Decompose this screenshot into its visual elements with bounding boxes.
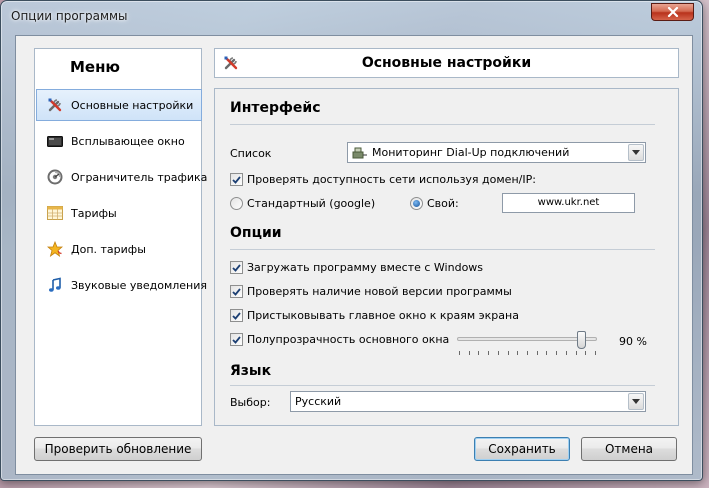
- star-icon: [47, 241, 63, 257]
- menu-title: Меню: [69, 58, 121, 76]
- language-section-title: Язык: [230, 363, 272, 379]
- slider-tick: [507, 351, 509, 355]
- list-combobox-text: Мониторинг Dial-Up подключений: [372, 146, 570, 159]
- slider-tick: [517, 351, 519, 355]
- sidebar-item-label: Основные настройки: [71, 98, 194, 112]
- list-combobox-value: Мониторинг Dial-Up подключений: [348, 146, 628, 160]
- interface-section-title: Интерфейс: [230, 100, 321, 116]
- slider-tick: [478, 351, 480, 355]
- transparency-slider[interactable]: [455, 331, 600, 359]
- list-label: Список: [230, 147, 272, 160]
- list-dropdown-button[interactable]: [628, 144, 644, 161]
- sidebar-item-label: Тарифы: [71, 206, 117, 220]
- checkmark-icon: [232, 263, 241, 272]
- sidebar-item-label: Ограничитель трафика: [71, 170, 208, 184]
- radio-circle: [230, 197, 243, 210]
- option-dock-window-checkbox[interactable]: Пристыковывать главное окно к краям экра…: [230, 309, 519, 322]
- section-divider: [230, 249, 655, 250]
- transparency-value: 90 %: [619, 335, 647, 348]
- option-transparency-checkbox[interactable]: Полупрозрачность основного окна: [230, 333, 449, 346]
- sidebar-item-tariffs[interactable]: Тарифы: [36, 197, 202, 229]
- radio-custom[interactable]: Свой:: [410, 197, 459, 210]
- tools-icon: [47, 97, 63, 113]
- settings-content: Интерфейс Список Мониторинг Dial-Up подк…: [214, 88, 679, 426]
- page-title: Основные настройки: [361, 55, 532, 71]
- slider-tick: [585, 351, 587, 355]
- option-check-updates-checkbox[interactable]: Проверять наличие новой версии программы: [230, 285, 512, 298]
- options-window: Опции программы Меню Основные настройки …: [0, 0, 703, 481]
- close-icon: [667, 7, 678, 17]
- check-network-checkbox[interactable]: Проверять доступность сети используя дом…: [230, 173, 536, 186]
- slider-tick: [556, 351, 558, 355]
- cancel-button[interactable]: Отмена: [581, 437, 677, 461]
- radio-standard-label: Стандартный (google): [247, 197, 376, 210]
- radio-circle: [410, 197, 423, 210]
- option-label: Пристыковывать главное окно к краям экра…: [247, 309, 519, 322]
- check-network-label: Проверять доступность сети используя дом…: [247, 173, 536, 186]
- menu-list: Основные настройки Всплывающее окно Огра…: [36, 89, 207, 305]
- slider-tick: [536, 351, 538, 355]
- checkbox-box: [230, 261, 243, 274]
- checkmark-icon: [232, 175, 241, 184]
- chevron-down-icon: [632, 399, 640, 404]
- slider-tick: [459, 351, 460, 355]
- checkmark-icon: [232, 335, 241, 344]
- option-label: Проверять наличие новой версии программы: [247, 285, 512, 298]
- radio-custom-label: Свой:: [427, 197, 459, 210]
- radio-selected-dot: [413, 200, 420, 207]
- client-area: Меню Основные настройки Всплывающее окно…: [15, 35, 693, 475]
- section-header: Основные настройки: [214, 48, 679, 78]
- language-select-value: Русский: [295, 395, 342, 408]
- checkbox-box: [230, 309, 243, 322]
- window-title: Опции программы: [11, 9, 128, 23]
- slider-tick: [488, 351, 490, 355]
- checkmark-icon: [232, 311, 241, 320]
- slider-tick: [595, 351, 596, 355]
- check-update-button[interactable]: Проверить обновление: [34, 437, 202, 461]
- options-section-title: Опции: [230, 225, 282, 241]
- slider-tick: [575, 351, 577, 355]
- chevron-down-icon: [632, 150, 640, 155]
- option-label: Полупрозрачность основного окна: [247, 333, 450, 346]
- section-divider: [230, 385, 655, 386]
- sidebar-item-label: Звуковые уведомления: [71, 278, 208, 292]
- sidebar-item-label: Всплывающее окно: [71, 134, 185, 148]
- sidebar-item-label: Доп. тарифы: [71, 242, 146, 256]
- save-button[interactable]: Сохранить: [474, 437, 570, 461]
- radio-standard[interactable]: Стандартный (google): [230, 197, 375, 210]
- sidebar-item-basic-settings[interactable]: Основные настройки: [36, 89, 202, 121]
- popup-window-icon: [47, 133, 63, 149]
- language-select-label: Выбор:: [230, 396, 271, 409]
- sidebar-item-popup-window[interactable]: Всплывающее окно: [36, 125, 202, 157]
- list-combobox[interactable]: Мониторинг Dial-Up подключений: [347, 142, 646, 163]
- checkmark-icon: [232, 287, 241, 296]
- title-bar[interactable]: Опции программы: [1, 1, 702, 31]
- option-label: Загружать программу вместе с Windows: [247, 261, 484, 274]
- custom-host-input[interactable]: www.ukr.net: [502, 193, 635, 213]
- slider-thumb[interactable]: [576, 331, 586, 349]
- checkbox-box: [230, 173, 243, 186]
- option-autostart-checkbox[interactable]: Загружать программу вместе с Windows: [230, 261, 483, 274]
- checkbox-box: [230, 333, 243, 346]
- language-dropdown-button[interactable]: [628, 393, 644, 410]
- slider-tick: [497, 351, 499, 355]
- slider-tick: [546, 351, 548, 355]
- sidebar-item-extra-tariffs[interactable]: Доп. тарифы: [36, 233, 202, 265]
- checkbox-box: [230, 285, 243, 298]
- sidebar-item-traffic-limiter[interactable]: Ограничитель трафика: [36, 161, 207, 193]
- slider-tick: [527, 351, 528, 355]
- sidebar-item-sound-notifications[interactable]: Звуковые уведомления: [36, 269, 207, 301]
- close-button[interactable]: [651, 3, 694, 21]
- slider-tick: [565, 351, 567, 355]
- sidebar-menu: Меню Основные настройки Всплывающее окно…: [34, 48, 207, 426]
- traffic-limiter-icon: [47, 169, 63, 185]
- music-note-icon: [47, 277, 63, 293]
- language-select[interactable]: Русский: [290, 391, 646, 412]
- section-divider: [230, 124, 655, 125]
- tariffs-table-icon: [47, 205, 63, 221]
- dialup-connection-icon: [352, 147, 367, 158]
- slider-tick: [468, 351, 470, 355]
